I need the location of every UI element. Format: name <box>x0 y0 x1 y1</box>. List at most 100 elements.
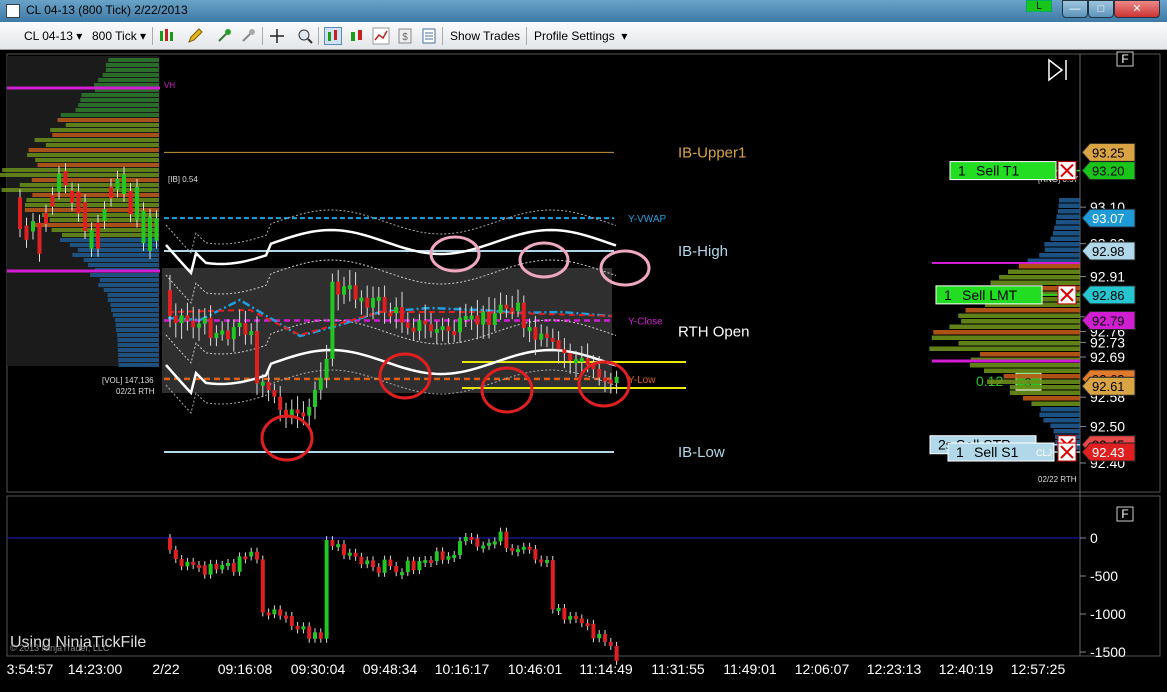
time-axis-label: 11:31:55 <box>651 661 705 677</box>
candle <box>423 320 428 325</box>
lower-candle <box>394 566 399 573</box>
level-label: RTH Open <box>678 323 749 340</box>
chart-style-icon[interactable] <box>158 27 176 45</box>
lower-candle <box>411 560 416 571</box>
time-axis-label: 12:23:13 <box>867 661 922 677</box>
prev-volume-profile-bar <box>87 263 159 267</box>
crosshair-icon[interactable] <box>268 27 286 45</box>
zoom-icon[interactable] <box>296 27 314 45</box>
candle <box>220 330 225 335</box>
prev-volume-profile-bar <box>111 308 159 312</box>
volume-profile-bar <box>958 313 1080 318</box>
volume-profile-bar <box>1043 418 1080 423</box>
candle <box>405 322 410 328</box>
prev-volume-profile-bar <box>115 323 159 327</box>
prev-volume-profile-bar <box>35 158 159 162</box>
volume-profile-bar <box>1050 423 1080 428</box>
prev-volume-profile-bar <box>108 58 159 62</box>
volume-profile-bar <box>929 346 1080 351</box>
prev-candle <box>31 221 35 232</box>
candle <box>492 313 497 326</box>
lower-candle <box>568 616 573 620</box>
link-badge[interactable]: L <box>1026 0 1052 12</box>
lower-candle <box>191 561 196 565</box>
copyright-text: © 2013 NinjaTrader, LLC <box>10 643 110 653</box>
volume-profile-bar <box>958 341 1080 346</box>
prev-volume-profile-bar <box>52 133 159 137</box>
prev-volume-profile-bar <box>94 83 159 87</box>
minimize-button[interactable]: — <box>1062 0 1088 18</box>
lower-candle <box>220 564 225 570</box>
candle-chart-icon[interactable] <box>348 27 366 45</box>
prev-volume-profile-bar <box>118 353 159 357</box>
properties-icon[interactable] <box>420 27 438 45</box>
chart-area[interactable]: F F VH [IB] 0.54 [RNG] 0.57 [VOL] 147,13… <box>0 50 1167 692</box>
volume-profile-bar <box>961 319 1080 324</box>
profile-settings-button[interactable]: Profile Settings ▾ <box>534 27 627 45</box>
lower-candle <box>214 563 219 570</box>
lower-candle <box>371 560 375 568</box>
time-axis-label: 12:06:07 <box>795 661 850 677</box>
data-box-icon[interactable]: $ <box>396 27 414 45</box>
prev-volume-profile-bar <box>50 128 160 132</box>
prev-volume-profile-bar <box>78 103 159 107</box>
price-axis-label: 92.69 <box>1090 349 1125 365</box>
volume-profile-bar <box>1057 209 1080 214</box>
candle <box>249 331 254 336</box>
price-axis-label: 92.50 <box>1090 418 1125 434</box>
lower-candle <box>591 623 596 639</box>
volume-profile-bar <box>1003 374 1080 379</box>
volume-profile-bar <box>1023 396 1080 401</box>
close-button[interactable]: ✕ <box>1114 0 1160 18</box>
time-axis-label: 3:54:57 <box>7 661 54 677</box>
strategy-icon[interactable] <box>240 27 258 45</box>
prev-candle <box>122 174 126 195</box>
lower-candle <box>579 618 584 624</box>
order-qty: 1 <box>958 163 966 179</box>
lower-candle <box>539 559 544 563</box>
volume-profile-bar <box>949 324 1080 329</box>
time-axis-label: 14:23:00 <box>68 661 123 677</box>
chart-window: CL 04-13 (800 Tick) 2/22/2013 L — □ ✕ CL… <box>0 0 1167 692</box>
bar-chart-icon[interactable] <box>324 27 342 45</box>
prev-volume-profile-bar <box>31 178 160 182</box>
volume-profile-bar <box>1050 236 1080 241</box>
candle <box>382 296 387 313</box>
prev-volume-profile-bar <box>81 93 159 97</box>
line-chart-icon[interactable] <box>372 27 390 45</box>
candle <box>202 317 207 324</box>
lower-candle <box>237 556 242 572</box>
candle <box>168 290 172 316</box>
prev-volume-profile-bar <box>107 298 159 302</box>
lower-candle <box>608 641 613 646</box>
price-flag-label: 92.86 <box>1092 288 1125 303</box>
candle <box>353 285 358 300</box>
prev-volume-profile-bar <box>37 163 159 167</box>
lower-candle <box>365 560 370 565</box>
order-qty: 1 <box>956 444 964 460</box>
candle <box>255 331 259 384</box>
show-trades-button[interactable]: Show Trades <box>450 27 520 45</box>
lower-candle <box>347 552 352 556</box>
volume-profile-bar <box>1053 429 1080 434</box>
toolbar-separator <box>152 27 153 45</box>
period-selector[interactable]: 800 Tick ▾ <box>92 27 146 45</box>
candle <box>191 320 196 328</box>
prev-candle <box>128 191 133 215</box>
order-qty: 1 <box>944 287 952 303</box>
candle <box>527 327 532 332</box>
volume-profile-bar <box>1059 198 1080 203</box>
pencil-draw-icon[interactable] <box>186 27 204 45</box>
lower-candle <box>481 545 486 549</box>
add-indicator-icon[interactable] <box>216 27 234 45</box>
instrument-selector[interactable]: CL 04-13 ▾ <box>24 27 82 45</box>
lower-candle <box>307 626 312 639</box>
candle <box>608 379 613 384</box>
prev-candle <box>83 202 87 232</box>
maximize-button[interactable]: □ <box>1088 0 1114 18</box>
candle <box>266 381 271 391</box>
volume-profile-bar <box>1007 269 1080 274</box>
candle <box>272 390 277 397</box>
candle <box>376 296 381 301</box>
candle <box>539 333 544 340</box>
